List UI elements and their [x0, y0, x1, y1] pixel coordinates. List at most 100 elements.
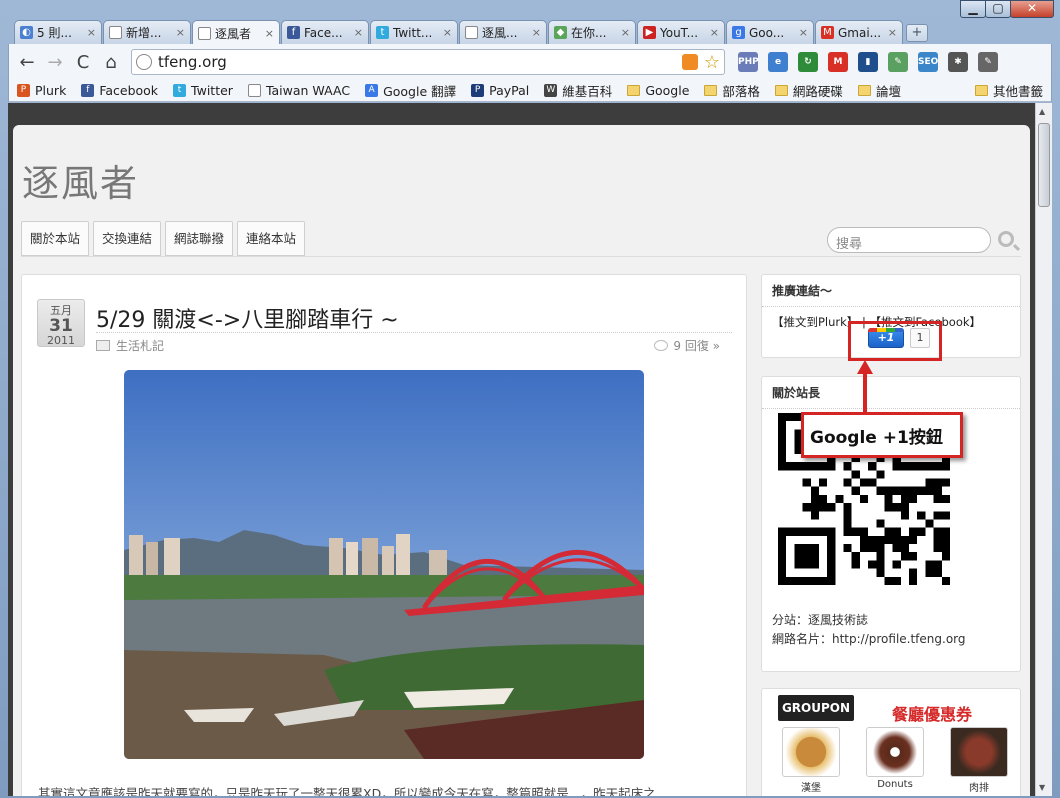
tab-6[interactable]: ◆ 在你... × [548, 20, 636, 44]
qr-module [925, 560, 934, 569]
coupon-title[interactable]: 餐廳優惠券 [892, 701, 972, 725]
bookmark-item[interactable]: P Plurk [17, 83, 66, 98]
bookmark-item[interactable]: W 維基百科 [544, 81, 612, 100]
food-list: 漢堡 Donuts 肉排 [782, 727, 1034, 794]
vertical-scrollbar[interactable]: ▲ ▼ [1035, 103, 1052, 796]
search-icon[interactable] [998, 231, 1014, 247]
address-bar[interactable]: tfeng.org ☆ [131, 49, 725, 75]
qr-module [925, 462, 934, 471]
forward-button[interactable]: → [43, 52, 67, 73]
search-input[interactable]: 搜尋 [827, 227, 991, 253]
qr-module [900, 535, 910, 545]
about-subsite[interactable]: 分站：逐風技術誌 [772, 611, 966, 630]
bookmark-item[interactable]: A Google 翻譯 [365, 81, 456, 100]
tab-close-icon[interactable]: × [176, 26, 185, 39]
tab-close-icon[interactable]: × [354, 26, 363, 39]
bug-extension-icon[interactable]: ✱ [948, 52, 968, 72]
wrench-menu-icon[interactable]: ✎ [978, 52, 998, 72]
ie-tab-icon[interactable]: e [768, 52, 788, 72]
tab-2[interactable]: 逐風者 × [192, 20, 280, 45]
menu-blog-union[interactable]: 網誌聯撥 [165, 221, 234, 256]
qr-module [818, 576, 828, 585]
tab-close-icon[interactable]: × [443, 26, 452, 39]
qr-module [925, 486, 934, 495]
tab-close-icon[interactable]: × [710, 26, 719, 39]
post-title[interactable]: 5/29 關渡<->八里腳踏車行 ~ [96, 302, 399, 334]
tab-3[interactable]: f Face... × [281, 20, 369, 44]
post-category[interactable]: 生活札記 [96, 337, 164, 354]
clip-extension-icon[interactable]: ✎ [888, 52, 908, 72]
rss-icon[interactable] [681, 54, 698, 70]
stats-extension-icon[interactable]: ▮ [858, 52, 878, 72]
annotation-arrow [863, 364, 867, 412]
address-url[interactable]: tfeng.org [158, 53, 227, 71]
food-item[interactable]: 漢堡 [782, 727, 840, 794]
qr-module [884, 527, 893, 536]
food-item[interactable]: Donuts [866, 727, 924, 794]
tab-8[interactable]: g Goo... × [726, 20, 814, 44]
qr-module [892, 576, 901, 585]
bookmark-label: PayPal [489, 83, 530, 98]
category-label[interactable]: 生活札記 [116, 337, 164, 354]
home-button[interactable]: ⌂ [99, 52, 123, 73]
twitter-icon: t [173, 84, 187, 97]
qr-module [900, 486, 910, 495]
gmail-checker-icon[interactable]: M [828, 52, 848, 72]
scroll-thumb[interactable] [1038, 123, 1050, 207]
bookmark-item[interactable]: 論壇 [857, 81, 901, 100]
new-tab-button[interactable]: + [906, 24, 928, 42]
back-button[interactable]: ← [15, 52, 39, 73]
php-extension-icon[interactable]: PHP [738, 52, 759, 72]
tab-label: Face... [304, 25, 343, 40]
tab-0[interactable]: ◐ 5 則... × [14, 20, 102, 44]
tab-close-icon[interactable]: × [265, 27, 274, 40]
menu-about[interactable]: 關於本站 [21, 221, 90, 256]
scroll-down-icon[interactable]: ▼ [1039, 783, 1045, 792]
bookmark-item[interactable]: 部落格 [704, 81, 760, 100]
tab-7[interactable]: ▶ YouT... × [637, 20, 725, 44]
seo-extension-icon[interactable]: SEO [918, 52, 938, 72]
site-title[interactable]: 逐風者 [22, 153, 139, 207]
tab-5[interactable]: 逐風... × [459, 20, 547, 44]
bookmark-item[interactable]: t Twitter [173, 83, 233, 98]
qr-module [843, 527, 852, 536]
tab-1[interactable]: 新增... × [103, 20, 191, 44]
bookmark-star-icon[interactable]: ☆ [704, 52, 720, 73]
qr-module [778, 413, 787, 422]
tab-close-icon[interactable]: × [888, 26, 897, 39]
tab-close-icon[interactable]: × [532, 26, 541, 39]
groupon-logo[interactable]: GROUPON [778, 695, 854, 721]
bookmark-item[interactable]: Taiwan WAAC [247, 83, 350, 98]
maximize-button[interactable]: ▢ [985, 0, 1011, 18]
qr-module [802, 462, 811, 471]
scroll-up-icon[interactable]: ▲ [1039, 107, 1045, 116]
tab-9[interactable]: M Gmai... × [815, 20, 903, 44]
post-photo[interactable] [124, 370, 644, 759]
tab-4[interactable]: t Twitt... × [370, 20, 458, 44]
replies-label[interactable]: 9 回復 » [673, 337, 720, 354]
bookmark-item[interactable]: f Facebook [81, 83, 158, 98]
bookmark-item[interactable]: 網路硬碟 [774, 81, 843, 100]
other-bookmarks[interactable]: 其他書籤 [974, 81, 1043, 100]
bookmark-item[interactable]: P PayPal [471, 83, 529, 98]
menu-contact[interactable]: 連絡本站 [237, 221, 306, 256]
qr-module [810, 494, 819, 504]
minimize-button[interactable]: ▁ [960, 0, 986, 18]
qr-module [933, 494, 942, 504]
google-icon: g [732, 26, 745, 39]
menu-links[interactable]: 交換連結 [93, 221, 162, 256]
qr-module [786, 527, 795, 536]
reload-button[interactable]: C [71, 52, 95, 73]
bookmark-item[interactable]: Google [627, 83, 689, 98]
qr-module [892, 560, 901, 569]
food-item[interactable]: 肉排 [950, 727, 1008, 794]
green-extension-icon[interactable]: ↻ [798, 52, 818, 72]
tab-close-icon[interactable]: × [87, 26, 96, 39]
about-profile[interactable]: 網路名片：http://profile.tfeng.org [772, 630, 966, 649]
post-replies[interactable]: 9 回復 » [654, 337, 720, 354]
qr-module [892, 535, 901, 545]
tab-close-icon[interactable]: × [621, 26, 630, 39]
groupon-widget: GROUPON 餐廳優惠券 漢堡 Donuts 肉排 [761, 688, 1021, 796]
close-window-button[interactable]: ✕ [1010, 0, 1054, 18]
tab-close-icon[interactable]: × [799, 26, 808, 39]
